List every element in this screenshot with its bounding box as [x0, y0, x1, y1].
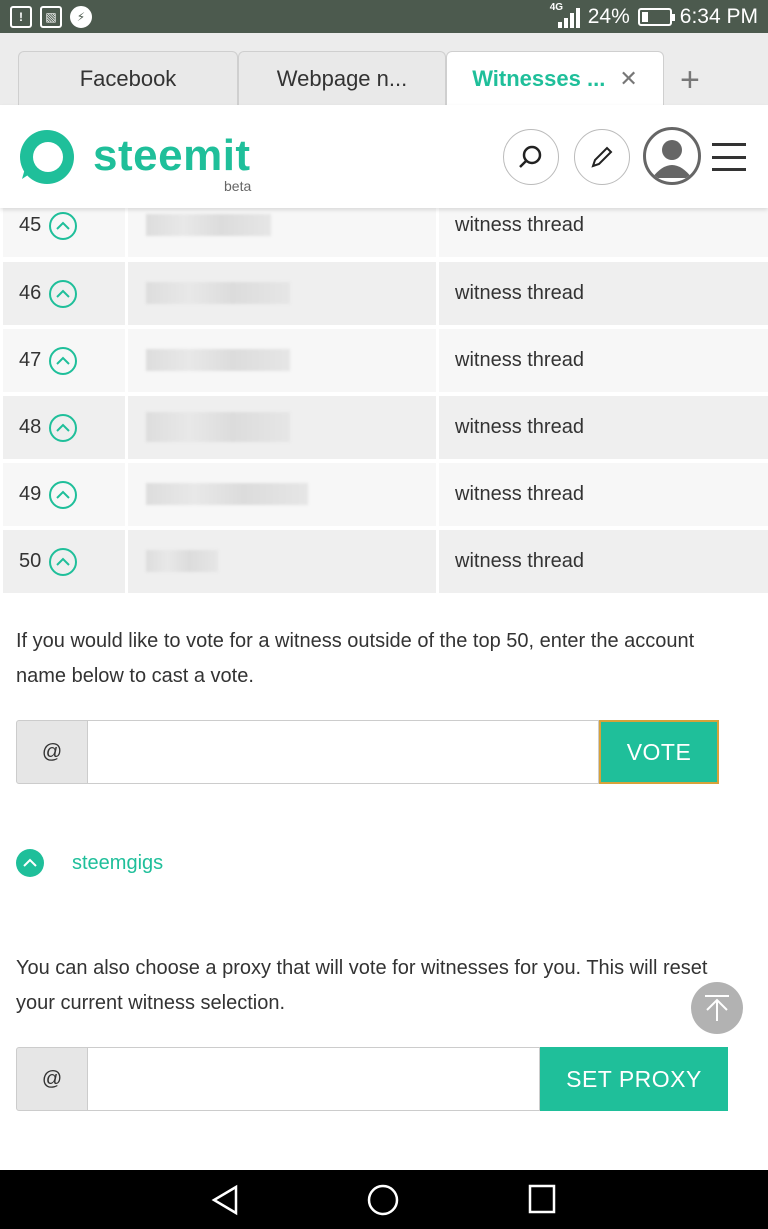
witness-name-redacted[interactable] [128, 396, 436, 459]
table-row: 49 witness thread [0, 463, 768, 526]
at-prefix: @ [16, 720, 88, 784]
table-row: 46 witness thread [0, 262, 768, 325]
witness-name-redacted[interactable] [128, 463, 436, 526]
witness-thread-link[interactable]: witness thread [439, 530, 768, 593]
battery-fill [641, 11, 649, 22]
system-nav-bar [0, 1170, 768, 1229]
search-icon [519, 145, 542, 168]
tab-label: Witnesses ... [472, 65, 606, 91]
voted-witness: steemgigs [16, 849, 163, 877]
logo-text[interactable]: steemit [93, 131, 251, 181]
upvote-witness-icon[interactable] [49, 346, 78, 375]
upvote-witness-icon[interactable] [49, 211, 78, 240]
witness-thread-link[interactable]: witness thread [439, 262, 768, 325]
clock: 6:34 PM [679, 4, 758, 28]
logo-beta-label: beta [224, 178, 252, 194]
table-row: 48 witness thread [0, 396, 768, 459]
vote-button[interactable]: VOTE [599, 720, 719, 784]
battery-icon [637, 7, 675, 26]
unvote-witness-icon[interactable] [16, 849, 44, 877]
witness-name-redacted[interactable] [128, 530, 436, 593]
witness-rank: 50 [19, 550, 42, 572]
witness-name-redacted[interactable] [128, 262, 436, 325]
pencil-icon [591, 146, 613, 168]
avatar[interactable] [643, 127, 701, 185]
witness-account-input[interactable] [88, 720, 599, 784]
witness-name-redacted[interactable] [128, 329, 436, 392]
alert-notification-icon: ! [10, 5, 32, 28]
voted-witness-name[interactable]: steemgigs [72, 852, 163, 875]
search-button[interactable] [503, 129, 559, 185]
messenger-notification-icon: ⚡ [70, 5, 92, 28]
site-header: steemit beta [0, 105, 768, 208]
vote-description: If you would like to vote for a witness … [16, 630, 695, 687]
scroll-to-top-button[interactable] [691, 982, 743, 1034]
write-post-button[interactable] [574, 129, 630, 185]
set-proxy-button[interactable]: SET PROXY [540, 1047, 728, 1111]
witness-rank: 45 [19, 214, 42, 236]
upvote-witness-icon[interactable] [49, 413, 78, 442]
browser-tab-bar: Facebook Webpage n... Witnesses ... ✕ + [0, 33, 768, 105]
upvote-witness-icon[interactable] [49, 480, 78, 509]
status-bar: ! ▧ ⚡ 4G 24% 6:34 PM [0, 0, 768, 33]
witness-thread-link[interactable]: witness thread [439, 329, 768, 392]
upvote-witness-icon[interactable] [49, 279, 78, 308]
user-avatar-icon [652, 140, 692, 178]
witness-rank: 47 [19, 349, 42, 371]
tab-label: Facebook [79, 65, 177, 91]
tab-label: Webpage n... [276, 65, 408, 91]
battery-percent: 24% [587, 4, 630, 28]
upvote-witness-icon[interactable] [49, 547, 78, 576]
network-type: 4G [549, 1, 564, 13]
proxy-description: You can also choose a proxy that will vo… [16, 957, 708, 1014]
home-icon[interactable] [367, 1184, 399, 1216]
witness-rank: 49 [19, 483, 42, 505]
witness-rank: 48 [19, 416, 42, 438]
proxy-account-input[interactable] [88, 1047, 540, 1111]
new-tab-plus-icon[interactable]: + [680, 63, 700, 97]
image-notification-icon: ▧ [40, 5, 62, 28]
recents-icon[interactable] [528, 1184, 556, 1214]
back-icon[interactable] [210, 1184, 240, 1216]
vote-input-group: @ VOTE [16, 720, 719, 784]
tab-witnesses[interactable]: Witnesses ... ✕ [446, 51, 664, 105]
signal-icon: 4G [550, 2, 580, 28]
table-row: 47 witness thread [0, 329, 768, 392]
at-prefix: @ [16, 1047, 88, 1111]
table-row: 50 witness thread [0, 530, 768, 593]
menu-icon[interactable] [712, 143, 746, 171]
tab-facebook[interactable]: Facebook [18, 51, 238, 105]
tab-webpage[interactable]: Webpage n... [238, 51, 446, 105]
witness-thread-link[interactable]: witness thread [439, 463, 768, 526]
witness-rank: 46 [19, 282, 42, 304]
steemit-logo-icon[interactable] [16, 127, 76, 189]
proxy-input-group: @ SET PROXY [16, 1047, 728, 1111]
close-tab-icon[interactable]: ✕ [619, 66, 637, 92]
witness-thread-link[interactable]: witness thread [439, 396, 768, 459]
arrow-up-icon [705, 995, 729, 1021]
